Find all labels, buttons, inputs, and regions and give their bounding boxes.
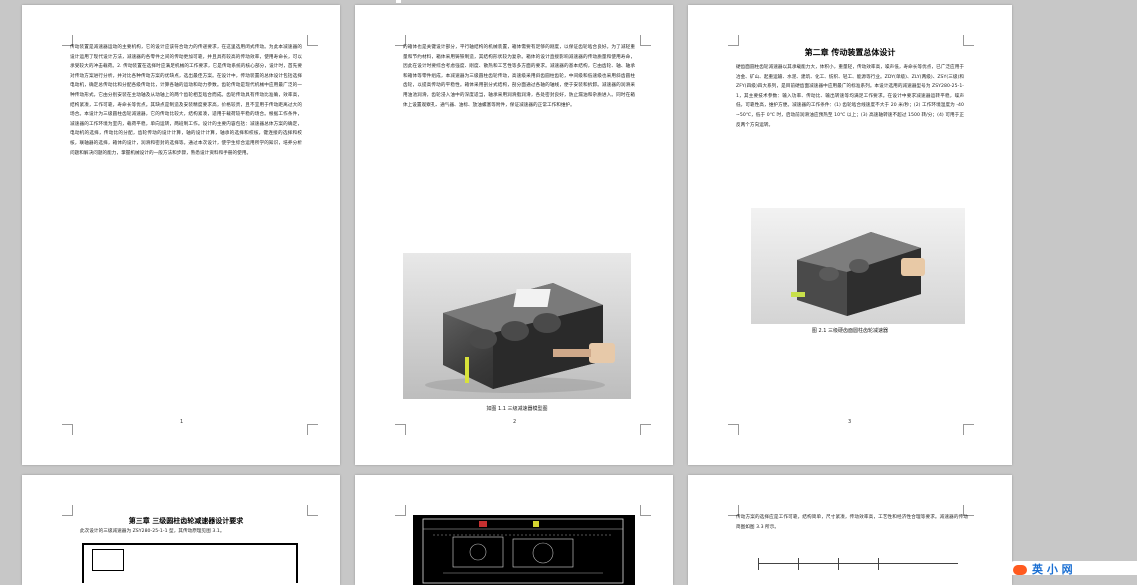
transmission-diagram (758, 558, 958, 585)
crop-mark (728, 35, 739, 46)
logo-text: 英 小 网 (1032, 563, 1073, 576)
page-number: 1 (180, 419, 184, 425)
crop-mark (963, 35, 974, 46)
page-6-body-text: 传动方案的选择应是工作可靠，结构简单，尺寸紧凑，传动效率高，工艺性和经济性合理等… (736, 515, 968, 530)
document-page-1[interactable]: 传动装置是减速器运动的主要机构，它的设计应该符合动力的传递要求，在这里选用闭式传… (22, 5, 340, 465)
crop-mark (640, 505, 651, 516)
gearbox-photo-image (751, 208, 965, 324)
crop-mark (62, 505, 73, 516)
gearbox-model-image (403, 253, 631, 399)
page-number: 3 (848, 419, 852, 425)
crop-mark (307, 424, 318, 435)
site-logo[interactable]: 英 小 网 (1007, 561, 1137, 576)
crop-mark (640, 424, 651, 435)
page-3-body-text: 硬齿面圆柱齿轮减速器以其承载能力大，体积小，重量轻，传动效率高，噪声低，寿命长等… (736, 65, 964, 128)
chapter-heading: 第二章 传动装置总体设计 (804, 48, 896, 57)
crop-mark (728, 424, 739, 435)
viewport-marker (396, 0, 401, 3)
figure-caption: 图 2.1 三级硬齿面圆柱齿轮减速器 (811, 328, 889, 334)
figure-caption: 如图 1.1 三级减速器模型图 (486, 406, 548, 412)
document-page-2[interactable]: 的箱体也是关键设计部分，平行轴结构的机械装置，箱体需要有足够的刚度，以保证齿轮啮… (355, 5, 673, 465)
crop-mark (963, 424, 974, 435)
document-page-6[interactable]: 传动方案的选择应是工作可靠，结构简单，尺寸紧凑，传动效率高，工艺性和经济性合理等… (688, 475, 1012, 585)
document-page-3[interactable]: 第二章 传动装置总体设计 硬齿面圆柱齿轮减速器以其承载能力大，体积小，重量轻，传… (688, 5, 1012, 465)
page-2-body-text: 的箱体也是关键设计部分，平行轴结构的机械装置，箱体需要有足够的刚度，以保证齿轮啮… (403, 45, 635, 108)
document-page-4[interactable]: 第三章 三级圆柱齿轮减速器设计要求 此次设计的三级减速器为 ZSY280-25-… (22, 475, 340, 585)
crop-mark (307, 505, 318, 516)
schematic-diagram (82, 543, 298, 583)
page-4-body-text: 此次设计的三级减速器为 ZSY280-25-1-1 型，其传动原理见图 3.1。 (80, 529, 225, 534)
crop-mark (395, 424, 406, 435)
chapter-heading: 第三章 三级圆柱齿轮减速器设计要求 (128, 517, 244, 525)
page-1-body-text: 传动装置是减速器运动的主要机构，它的设计应该符合动力的传递要求，在这里选用闭式传… (70, 45, 302, 156)
page-number: 2 (513, 419, 517, 425)
logo-icon (1013, 565, 1027, 575)
crop-mark (307, 35, 318, 46)
crop-mark (640, 35, 651, 46)
crop-mark (395, 505, 406, 516)
document-page-5[interactable] (355, 475, 673, 585)
